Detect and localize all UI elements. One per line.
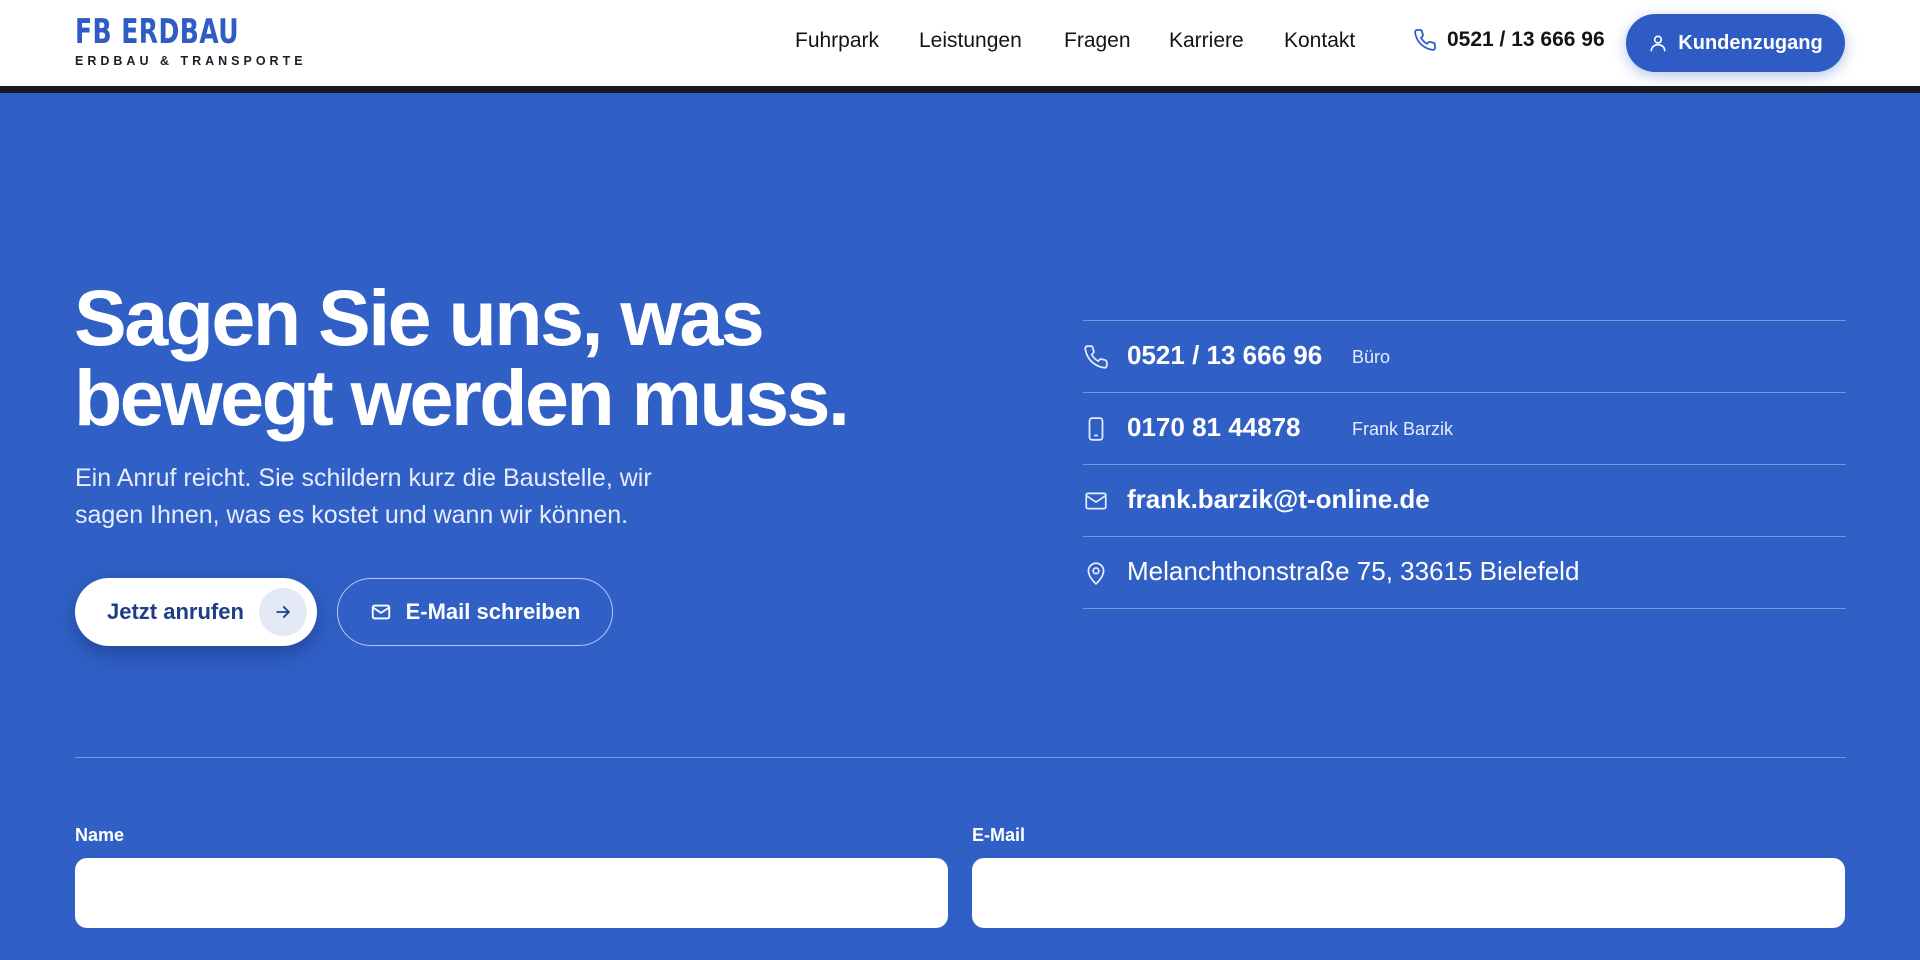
email-input[interactable]: [972, 858, 1845, 928]
contact-value: 0521 / 13 666 96: [1127, 340, 1323, 370]
mail-icon: [1085, 492, 1107, 510]
name-input[interactable]: [75, 858, 948, 928]
nav-link-kontakt[interactable]: Kontakt: [1284, 29, 1355, 53]
header-phone-number: 0521 / 13 666 96: [1447, 28, 1605, 51]
contact-row-email[interactable]: frank.barzik@t-online.de: [1083, 465, 1846, 537]
nav-link-fragen[interactable]: Fragen: [1064, 29, 1131, 53]
location-pin-icon: [1087, 562, 1105, 585]
user-icon: [1650, 35, 1666, 52]
customer-login-button[interactable]: Kundenzugang: [1626, 14, 1845, 72]
call-now-label: Jetzt anrufen: [107, 599, 244, 624]
nav-link-leistungen[interactable]: Leistungen: [919, 29, 1022, 53]
write-email-label: E-Mail schreiben: [405, 599, 581, 624]
contact-row-office-phone[interactable]: 0521 / 13 666 96 Büro: [1083, 321, 1846, 393]
call-now-arrow: [259, 588, 307, 636]
hero-headline-line-1: Sagen Sie uns, was: [74, 273, 765, 362]
hero-subtext: Ein Anruf reicht. Sie schildern kurz die…: [75, 464, 652, 529]
logo-title: FB ERDBAU: [75, 12, 239, 52]
mobile-icon: [1088, 417, 1104, 441]
call-now-button[interactable]: Jetzt anrufen: [75, 578, 317, 646]
contact-value: 0170 81 44878: [1127, 412, 1301, 442]
contact-note: Frank Barzik: [1352, 419, 1454, 439]
contact-note: Büro: [1352, 347, 1391, 367]
header-divider: [0, 86, 1920, 93]
nav-link-karriere[interactable]: Karriere: [1169, 29, 1244, 53]
hero-headline: Sagen Sie uns, was bewegt werden muss.: [74, 278, 954, 438]
contact-row-mobile[interactable]: 0170 81 44878 Frank Barzik: [1083, 393, 1846, 465]
arrow-right-icon: [276, 606, 290, 618]
contact-value: frank.barzik@t-online.de: [1127, 484, 1430, 514]
hero-headline-line-2: bewegt werden muss.: [74, 353, 850, 442]
site-header: FB ERDBAU ERDBAU & TRANSPORTE Fuhrpark L…: [0, 0, 1920, 86]
customer-login-label: Kundenzugang: [1678, 31, 1823, 54]
phone-icon: [1084, 345, 1108, 369]
section-divider: [75, 757, 1846, 758]
contact-list: 0521 / 13 666 96 Büro 0170 81 44878 Fran…: [1083, 320, 1846, 609]
logo[interactable]: FB ERDBAU ERDBAU & TRANSPORTE: [75, 14, 307, 68]
name-label: Name: [75, 825, 125, 845]
phone-icon: [1414, 29, 1436, 51]
write-email-button[interactable]: E-Mail schreiben: [337, 578, 613, 646]
contact-row-address[interactable]: Melanchthonstraße 75, 33615 Bielefeld: [1083, 537, 1846, 609]
mail-icon: [371, 604, 390, 620]
logo-subtitle: ERDBAU & TRANSPORTE: [75, 54, 307, 68]
nav-link-fuhrpark[interactable]: Fuhrpark: [795, 29, 879, 53]
email-label: E-Mail: [972, 825, 1026, 845]
contact-value: Melanchthonstraße 75, 33615 Bielefeld: [1127, 556, 1580, 586]
header-phone-link[interactable]: 0521 / 13 666 96: [1413, 28, 1605, 52]
